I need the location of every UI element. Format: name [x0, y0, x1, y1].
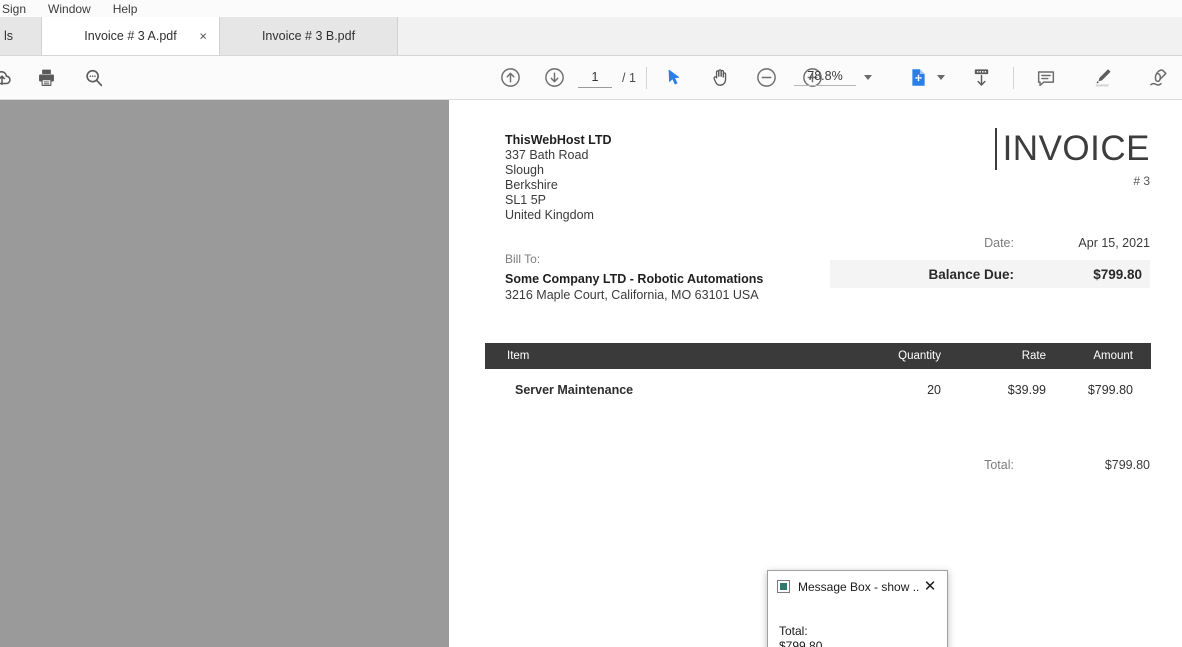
balance-due-label: Balance Due: — [928, 266, 1014, 282]
menu-item-sign[interactable]: Sign — [0, 0, 37, 18]
toolbar-center-group: / 1 — [492, 60, 831, 96]
tab-invoice-3-b-label: Invoice # 3 B.pdf — [261, 29, 356, 43]
column-header-amount: Amount — [1093, 350, 1133, 362]
toolbar-divider-1 — [645, 66, 647, 89]
page-total-label: / 1 — [622, 70, 636, 85]
bill-to-address: 3216 Maple Court, California, MO 63101 U… — [505, 288, 759, 302]
invoice-total-value: $799.80 — [1104, 458, 1150, 472]
balance-due-value: $799.80 — [1093, 266, 1142, 282]
column-header-quantity: Quantity — [898, 350, 941, 362]
print-icon[interactable] — [28, 60, 64, 96]
bill-to-label: Bill To: — [505, 252, 541, 266]
sender-address-line-5: United Kingdom — [505, 208, 594, 222]
close-icon[interactable]: × — [199, 30, 207, 43]
tab-invoice-3-b[interactable]: Invoice # 3 B.pdf — [220, 17, 398, 55]
sender-address-line-3: Berkshire — [505, 178, 558, 192]
pdf-page: ThisWebHost LTD 337 Bath Road Slough Ber… — [449, 100, 1182, 647]
balance-due-row: Balance Due: $799.80 — [830, 260, 1150, 288]
document-viewport[interactable]: ThisWebHost LTD 337 Bath Road Slough Ber… — [0, 100, 1182, 647]
invoice-date-row: Date: Apr 15, 2021 — [830, 236, 1150, 250]
next-page-icon[interactable] — [536, 60, 572, 96]
comment-icon[interactable] — [1028, 60, 1064, 96]
row-item-name: Server Maintenance — [515, 383, 634, 397]
invoice-title: INVOICE — [994, 128, 1150, 170]
toolbar-divider-2 — [1013, 66, 1014, 89]
page-number-input[interactable] — [578, 67, 612, 88]
invoice-document: ThisWebHost LTD 337 Bath Road Slough Ber… — [449, 100, 1182, 647]
invoice-date-label: Date: — [984, 236, 1014, 250]
zoom-level-control[interactable]: 78.8% — [794, 69, 872, 86]
invoice-date-value: Apr 15, 2021 — [1078, 236, 1150, 250]
invoice-total-label: Total: — [984, 458, 1014, 472]
row-item-rate: $39.99 — [1007, 383, 1046, 397]
invoice-number: # 3 — [1133, 174, 1150, 188]
fit-page-chevron-down-icon[interactable] — [937, 75, 945, 80]
previous-page-icon[interactable] — [492, 60, 528, 96]
menu-item-window[interactable]: Window — [37, 0, 102, 18]
line-items-table-header: Item Quantity Rate Amount — [485, 343, 1151, 369]
sender-address-line-4: SL1 5P — [505, 193, 547, 207]
column-header-rate: Rate — [1021, 350, 1046, 362]
zoom-out-icon[interactable] — [749, 60, 785, 96]
chevron-down-icon[interactable] — [864, 75, 872, 80]
upload-cloud-icon[interactable] — [0, 60, 20, 96]
download-icon[interactable] — [963, 60, 999, 96]
hand-tool-icon[interactable] — [703, 60, 739, 96]
application-icon — [777, 580, 790, 593]
search-icon[interactable] — [76, 60, 112, 96]
pdf-reader-window: Sign Window Help ls Invoice # 3 A.pdf × … — [0, 0, 1182, 647]
tab-bar: ls Invoice # 3 A.pdf × Invoice # 3 B.pdf — [0, 17, 1182, 56]
tab-invoice-3-a-label: Invoice # 3 A.pdf — [84, 29, 177, 43]
row-item-amount: $799.80 — [1087, 383, 1133, 397]
fit-page-icon[interactable] — [900, 60, 936, 96]
sender-address-line-1: 337 Bath Road — [505, 148, 589, 162]
toolbar: / 1 — [0, 56, 1182, 100]
sender-address-line-2: Slough — [505, 163, 544, 177]
toolbar-right-group: 78.8% — [794, 60, 1176, 96]
sender-address-block: ThisWebHost LTD 337 Bath Road Slough Ber… — [505, 133, 611, 223]
dialog-title-bar[interactable]: Message Box - show ... ✕ — [768, 571, 947, 602]
tab-tools-label: ls — [4, 29, 14, 43]
table-row: Server Maintenance 20 $39.99 $799.80 — [485, 378, 1151, 402]
tab-bar-filler — [398, 17, 1182, 55]
toolbar-left-group — [0, 60, 112, 96]
zoom-level-value: 78.8% — [794, 69, 856, 86]
tab-tools-partial[interactable]: ls — [0, 17, 42, 55]
close-icon[interactable]: ✕ — [919, 576, 941, 598]
invoice-total-row: Total: $799.80 — [830, 458, 1150, 472]
column-header-item: Item — [507, 350, 530, 362]
highlight-icon[interactable] — [1084, 60, 1120, 96]
sign-icon[interactable] — [1140, 60, 1176, 96]
row-item-quantity: 20 — [927, 383, 941, 397]
dialog-message-body: Total: $799.80 — [768, 602, 947, 647]
page-navigation: / 1 — [578, 67, 636, 88]
sender-company-name: ThisWebHost LTD — [505, 133, 612, 147]
dialog-message-line-2: $799.80 — [779, 639, 823, 647]
menu-bar: Sign Window Help — [0, 0, 1182, 18]
dialog-message-line-1: Total: — [779, 624, 808, 638]
menu-item-help[interactable]: Help — [102, 0, 149, 18]
dialog-title-text: Message Box - show ... — [798, 579, 919, 594]
select-tool-icon[interactable] — [657, 60, 693, 96]
bill-to-name: Some Company LTD - Robotic Automations — [505, 272, 764, 286]
tab-invoice-3-a[interactable]: Invoice # 3 A.pdf × — [42, 17, 220, 55]
message-box-dialog[interactable]: Message Box - show ... ✕ Total: $799.80 … — [767, 570, 948, 647]
